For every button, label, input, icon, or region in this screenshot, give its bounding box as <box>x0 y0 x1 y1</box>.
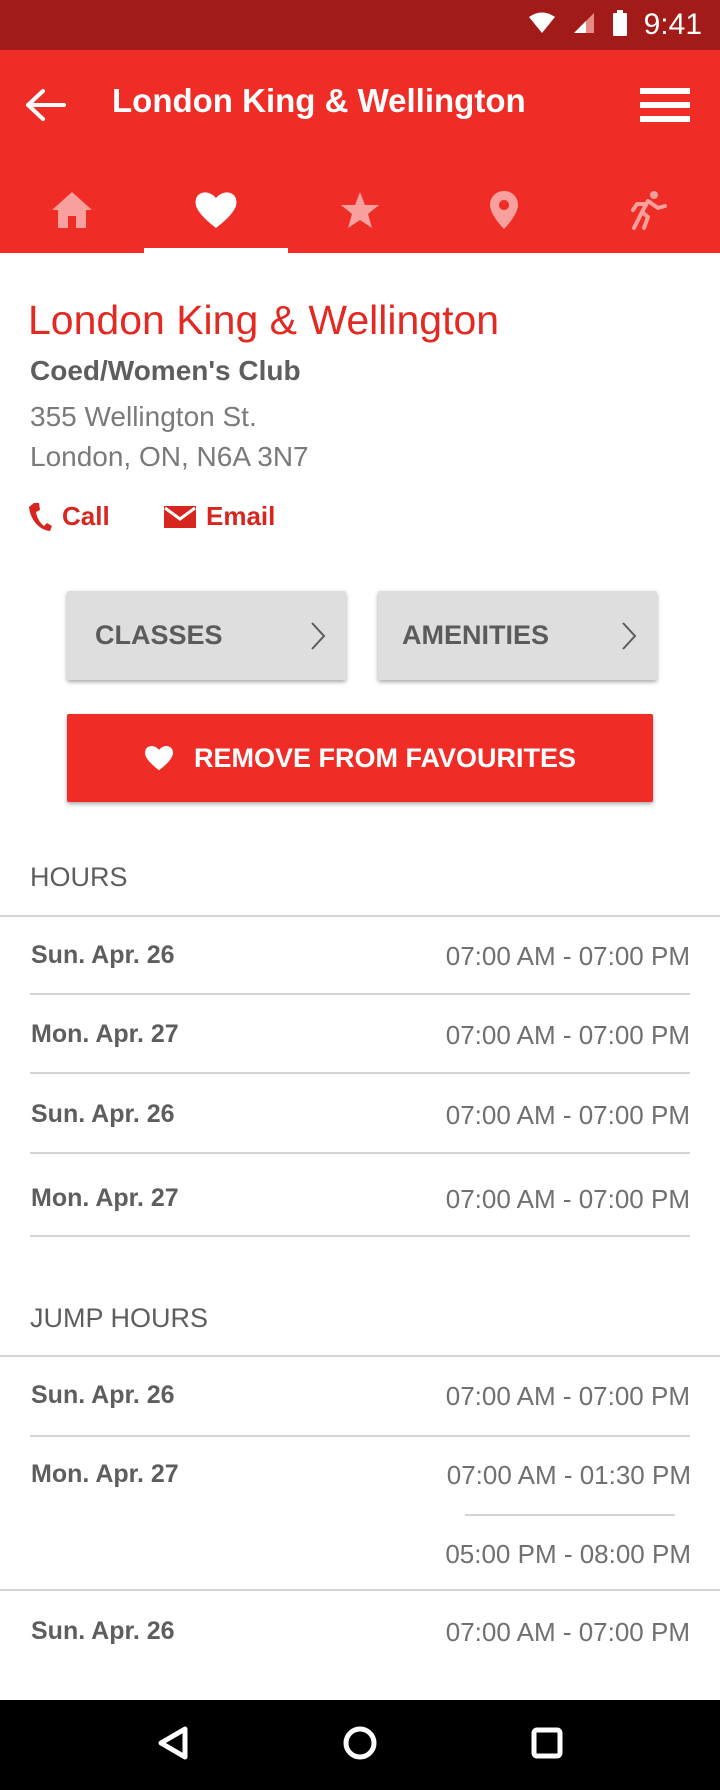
heart-icon <box>195 192 237 228</box>
home-icon <box>52 192 92 228</box>
remove-favourite-label: REMOVE FROM FAVOURITES <box>193 742 577 773</box>
heart-icon <box>145 746 173 771</box>
address-line-1: 355 Wellington St. <box>30 401 257 432</box>
hours-row: Sun. Apr. 26 07:00 AM - 07:00 PM <box>30 916 690 995</box>
amenities-button[interactable]: AMENITIES <box>378 591 657 680</box>
jump-hours-day: Mon. Apr. 27 <box>31 1460 179 1488</box>
hours-time: 07:00 AM - 07:00 PM <box>445 1020 690 1050</box>
app-title: London King & Wellington <box>112 82 526 119</box>
nav-home-button[interactable] <box>343 1726 377 1765</box>
app-bar: London King & Wellington <box>0 50 720 253</box>
jump-hours-row: Sun. Apr. 26 07:00 AM - 07:00 PM <box>30 1592 690 1671</box>
nav-back-button[interactable] <box>157 1726 189 1765</box>
status-icons: 9:41 <box>528 0 702 50</box>
hours-day: Mon. Apr. 27 <box>31 1020 179 1048</box>
classes-button[interactable]: CLASSES <box>67 591 346 680</box>
jump-hours-day: Sun. Apr. 26 <box>31 1617 175 1645</box>
jump-hours-time: 07:00 AM - 07:00 PM <box>445 1381 690 1411</box>
status-bar: 9:41 <box>0 0 720 50</box>
triangle-back-icon <box>158 1726 188 1759</box>
hours-day: Sun. Apr. 26 <box>31 1100 175 1128</box>
tab-favourites[interactable] <box>144 167 288 253</box>
map-pin-icon <box>490 191 518 229</box>
battery-icon <box>612 9 628 41</box>
hours-title: HOURS <box>30 862 128 892</box>
email-label: Email <box>206 501 276 531</box>
phone-icon <box>29 502 52 531</box>
hours-time: 07:00 AM - 07:00 PM <box>445 1184 690 1214</box>
jump-hours-time-2: 05:00 PM - 08:00 PM <box>445 1539 691 1569</box>
chevron-right-icon <box>311 622 326 650</box>
hours-time: 07:00 AM - 07:00 PM <box>445 941 690 971</box>
status-time: 9:41 <box>643 8 702 41</box>
jump-hours-time: 07:00 AM - 01:30 PM <box>446 1460 691 1490</box>
chevron-right-icon <box>622 622 637 650</box>
hours-row: Mon. Apr. 27 07:00 AM - 07:00 PM <box>30 1156 690 1237</box>
hamburger-menu-icon <box>640 88 690 122</box>
hours-day: Sun. Apr. 26 <box>31 941 175 969</box>
classes-label: CLASSES <box>95 620 223 650</box>
hours-time: 07:00 AM - 07:00 PM <box>445 1100 690 1130</box>
nav-recents-button[interactable] <box>531 1727 563 1764</box>
jump-hours-time: 07:00 AM - 07:00 PM <box>445 1617 690 1647</box>
remove-favourite-button[interactable]: REMOVE FROM FAVOURITES <box>67 714 653 802</box>
back-button[interactable] <box>26 88 68 122</box>
jump-hours-row: Sun. Apr. 26 07:00 AM - 07:00 PM <box>30 1356 690 1437</box>
square-recents-icon <box>531 1727 563 1758</box>
runner-icon <box>631 191 667 230</box>
address-line-2: London, ON, N6A 3N7 <box>30 441 309 472</box>
time-separator <box>465 1514 675 1516</box>
email-link[interactable]: Email <box>164 501 275 532</box>
tab-home[interactable] <box>0 167 144 253</box>
club-name: London King & Wellington <box>28 297 500 343</box>
call-label: Call <box>62 501 110 531</box>
tab-bar <box>0 167 720 253</box>
envelope-icon <box>164 505 196 528</box>
menu-button[interactable] <box>640 88 690 122</box>
hours-row: Sun. Apr. 26 07:00 AM - 07:00 PM <box>30 1075 690 1154</box>
jump-hours-title: JUMP HOURS <box>30 1303 209 1333</box>
hours-row: Mon. Apr. 27 07:00 AM - 07:00 PM <box>30 995 690 1074</box>
amenities-label: AMENITIES <box>402 620 550 650</box>
call-link[interactable]: Call <box>28 501 110 532</box>
tab-featured[interactable] <box>288 167 432 253</box>
active-tab-indicator <box>144 248 288 253</box>
signal-icon <box>572 11 596 40</box>
star-icon <box>341 192 379 228</box>
arrow-left-icon <box>26 89 66 121</box>
jump-hours-day: Sun. Apr. 26 <box>31 1381 175 1409</box>
wifi-icon <box>528 11 556 40</box>
circle-home-icon <box>343 1726 377 1759</box>
club-type: Coed/Women's Club <box>30 355 301 386</box>
system-nav-bar <box>0 1700 720 1790</box>
tab-activity[interactable] <box>576 167 720 253</box>
tab-location[interactable] <box>432 167 576 253</box>
jump-hours-row: Mon. Apr. 27 07:00 AM - 01:30 PM 05:00 P… <box>0 1438 720 1591</box>
hours-day: Mon. Apr. 27 <box>31 1184 179 1212</box>
